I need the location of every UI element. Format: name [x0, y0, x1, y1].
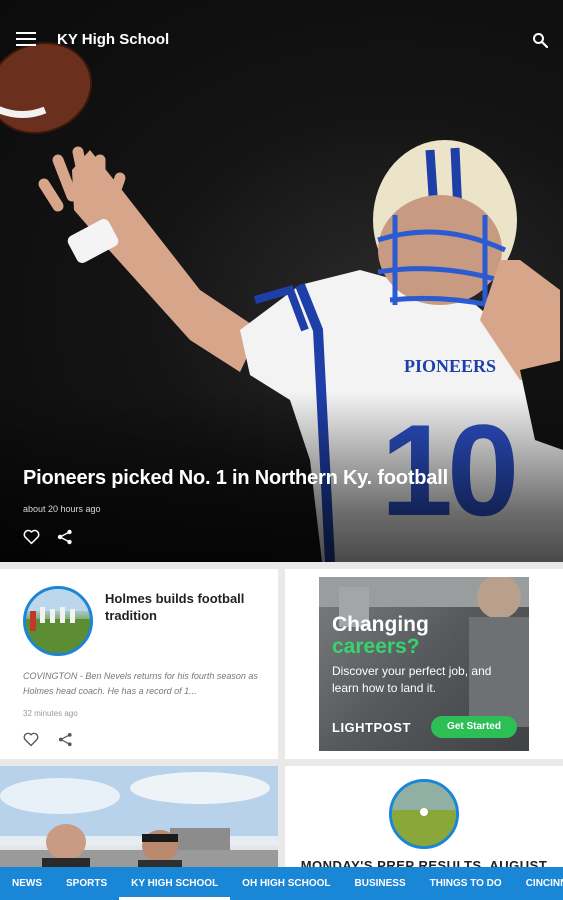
- story-thumbnail: [23, 586, 93, 656]
- tab-things-to-do[interactable]: THINGS TO DO: [418, 867, 514, 900]
- menu-icon[interactable]: [16, 32, 36, 48]
- story-excerpt: COVINGTON - Ben Nevels returns for his f…: [23, 671, 258, 696]
- story-card[interactable]: [0, 766, 278, 876]
- story-image: [0, 766, 278, 876]
- story-thumbnail: [389, 779, 459, 849]
- story-title[interactable]: Holmes builds football tradition: [105, 590, 265, 624]
- ad-banner[interactable]: Changing careers? Discover your perfect …: [319, 577, 529, 751]
- ad-body: Discover your perfect job, and learn how…: [332, 664, 492, 695]
- hero-story[interactable]: PIONEERS 10 KY High School Pioneers pick…: [0, 0, 563, 562]
- search-icon[interactable]: [532, 32, 548, 48]
- app-title: KY High School: [57, 31, 170, 48]
- hero-timestamp: about 20 hours ago: [23, 504, 101, 514]
- heart-icon[interactable]: [23, 529, 40, 545]
- ad-card[interactable]: Changing careers? Discover your perfect …: [285, 569, 563, 759]
- ad-logo: LIGHTPOST: [332, 720, 411, 735]
- ad-cta-button[interactable]: Get Started: [431, 716, 517, 738]
- tab-news[interactable]: NEWS: [0, 867, 54, 900]
- story-timestamp: 32 minutes ago: [23, 709, 78, 718]
- share-icon[interactable]: [58, 732, 73, 747]
- ad-headline-line1: Changing: [332, 613, 429, 636]
- tab-cincinnati[interactable]: CINCINNATI: [514, 867, 563, 900]
- heart-icon[interactable]: [23, 732, 39, 747]
- app-bar: KY High School: [0, 0, 563, 80]
- tab-oh-high-school[interactable]: OH HIGH SCHOOL: [230, 867, 342, 900]
- section-tabs: NEWS SPORTS KY HIGH SCHOOL OH HIGH SCHOOL BU…: [0, 867, 563, 900]
- story-card[interactable]: MONDAY'S PREP RESULTS, AUGUST: [285, 766, 563, 876]
- ad-headline-line2: careers?: [332, 635, 420, 658]
- tab-business[interactable]: BUSINESS: [343, 867, 418, 900]
- hero-headline[interactable]: Pioneers picked No. 1 in Northern Ky. fo…: [23, 467, 543, 490]
- tab-sports[interactable]: SPORTS: [54, 867, 119, 900]
- story-card[interactable]: Holmes builds football tradition COVINGT…: [0, 569, 278, 759]
- share-icon[interactable]: [57, 529, 73, 545]
- tab-ky-high-school[interactable]: KY HIGH SCHOOL: [119, 867, 231, 900]
- jersey-text: PIONEERS: [404, 356, 496, 376]
